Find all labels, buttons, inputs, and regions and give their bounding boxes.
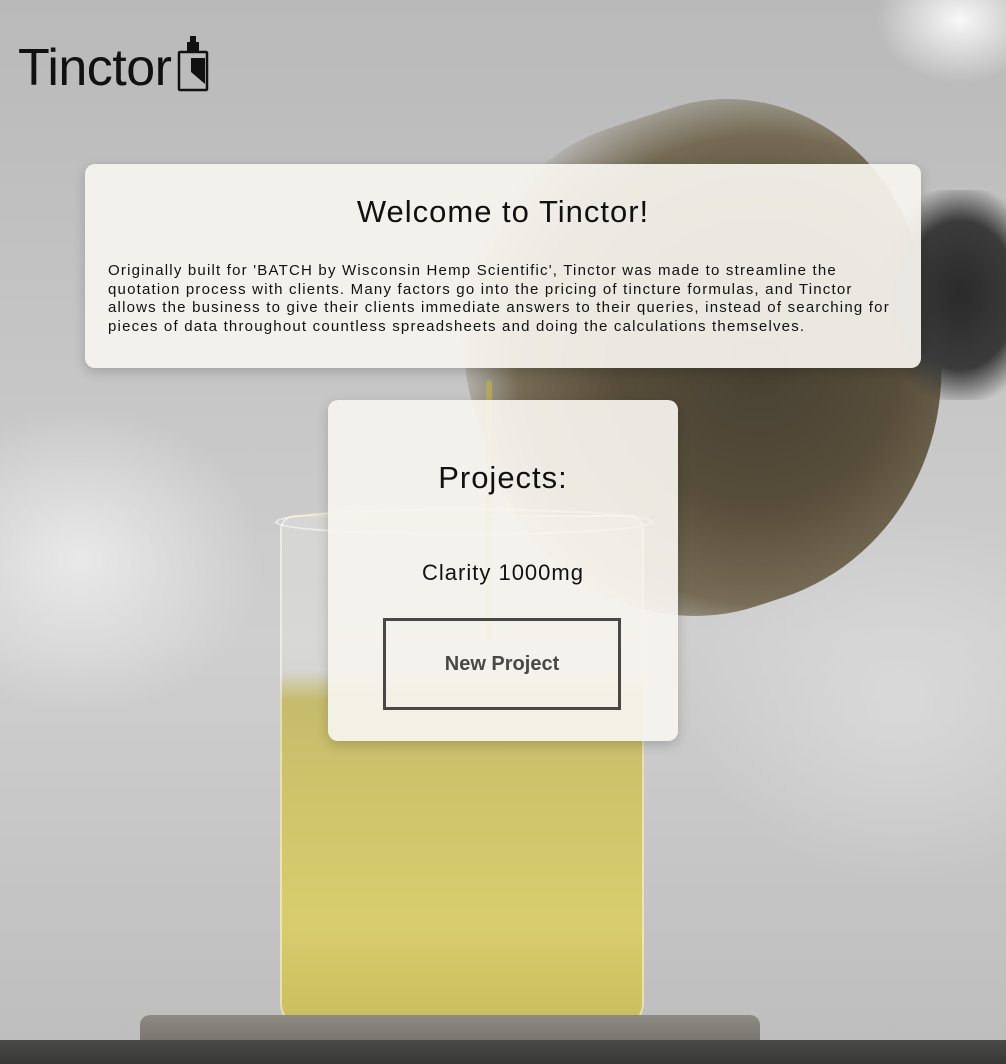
welcome-description: Originally built for 'BATCH by Wisconsin… — [108, 262, 890, 335]
brand-name: Tinctor — [18, 39, 172, 97]
project-list: Clarity 1000mg — [328, 560, 678, 586]
new-project-button[interactable]: New Project — [383, 618, 621, 710]
welcome-card: Welcome to Tinctor! Originally built for… — [85, 164, 921, 368]
dropper-bottle-icon — [177, 36, 208, 92]
welcome-title: Welcome to Tinctor! — [356, 194, 650, 229]
background-bench — [0, 1040, 1006, 1064]
brand-logo[interactable]: Tinctor — [18, 36, 210, 96]
project-item-clarity-1000mg[interactable]: Clarity 1000mg — [328, 560, 678, 586]
projects-title: Projects: — [438, 460, 568, 495]
projects-card: Projects: Clarity 1000mg New Project — [328, 400, 678, 741]
